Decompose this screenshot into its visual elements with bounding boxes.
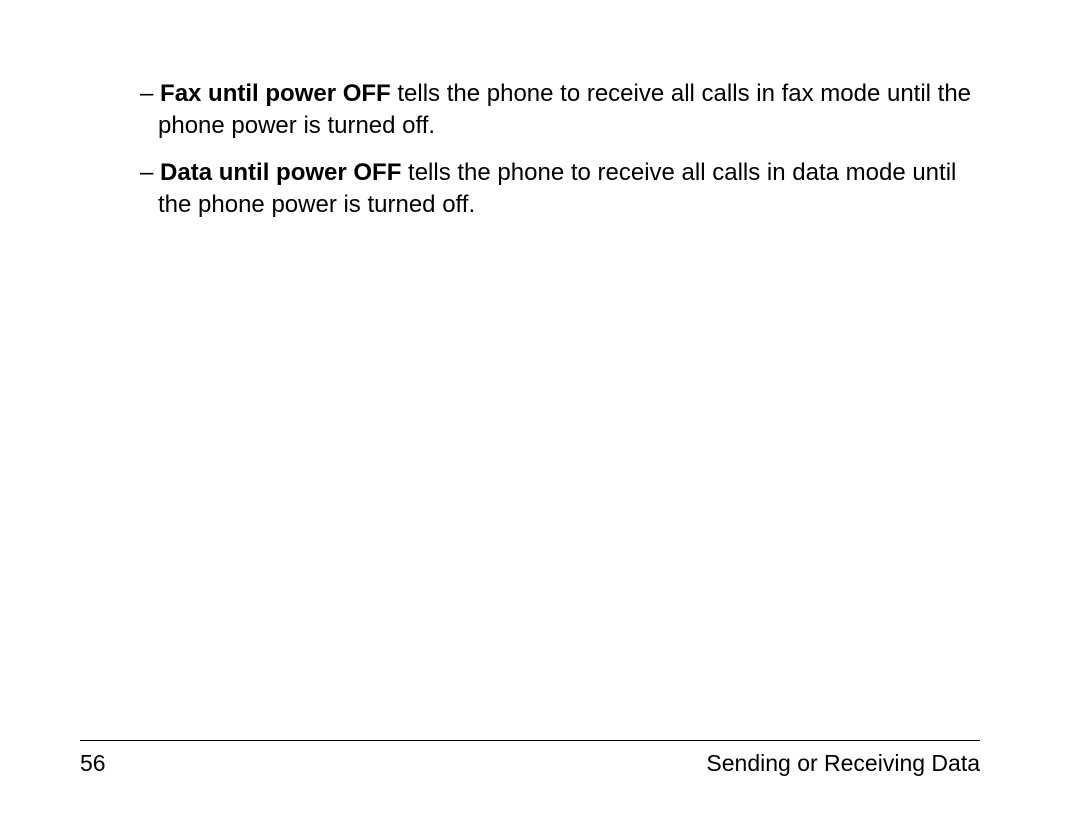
dash-bullet: – — [140, 80, 153, 107]
page-number: 56 — [80, 749, 106, 779]
list-item: – Data until power OFF tells the phone t… — [140, 157, 980, 222]
page-footer: 56 Sending or Receiving Data — [80, 740, 980, 779]
footer-row: 56 Sending or Receiving Data — [80, 749, 980, 779]
term-bold: Fax until power OFF — [160, 80, 391, 107]
term-bold: Data until power OFF — [160, 159, 401, 186]
footer-divider — [80, 740, 980, 741]
list-item: – Fax until power OFF tells the phone to… — [140, 78, 980, 143]
section-title: Sending or Receiving Data — [706, 749, 980, 779]
dash-bullet: – — [140, 159, 153, 186]
content-area: – Fax until power OFF tells the phone to… — [140, 78, 980, 236]
